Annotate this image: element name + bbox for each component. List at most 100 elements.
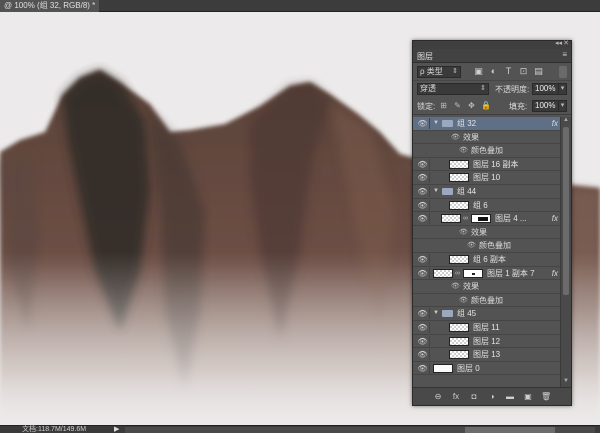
shape-filter-icon[interactable]: ⊡	[518, 66, 529, 77]
layer-group-row[interactable]: 👁 ▼ 组 45	[413, 307, 561, 321]
eye-icon[interactable]: 👁	[416, 253, 430, 265]
chevron-updown-icon: ⇕	[452, 68, 458, 75]
eye-icon[interactable]: 👁	[416, 199, 430, 211]
filter-kind-select[interactable]: ρ 类型 ⇕	[417, 66, 461, 78]
layer-name: 图层 4 ...	[495, 214, 527, 224]
eye-icon[interactable]: 👁	[416, 335, 430, 347]
layer-thumbnail	[449, 173, 469, 183]
add-mask-icon[interactable]: ◘	[469, 392, 479, 401]
layer-mask-thumbnail[interactable]	[471, 214, 491, 224]
document-tab[interactable]: @ 100% (组 32, RGB/8) *	[0, 0, 100, 12]
image-filter-icon[interactable]: ▣	[473, 66, 484, 77]
adjustment-layer-icon[interactable]: ◑	[487, 392, 497, 401]
fx-icon[interactable]: fx	[451, 392, 461, 401]
layer-row[interactable]: 👁 图层 12	[413, 334, 561, 349]
chevron-down-icon[interactable]: ▼	[433, 118, 439, 129]
eye-icon[interactable]: 👁	[416, 321, 430, 333]
lock-image-icon[interactable]: ✎	[453, 101, 462, 111]
layer-row[interactable]: 👁 图层 11	[413, 320, 561, 335]
fx-icon[interactable]: fx	[552, 267, 558, 280]
eye-icon[interactable]: 👁	[459, 295, 468, 306]
layers-panel: ◂◂ ✕ 图层 ≡ ρ 类型 ⇕ ▣ ◐ T ⊡ ▤ 穿透 ⇕ 不透明度: 100% ▾…	[412, 40, 572, 406]
lock-icons: ⊞ ✎ ✥ 🔒	[439, 101, 491, 111]
layer-thumbnail	[433, 268, 453, 278]
new-layer-icon[interactable]: ▣	[523, 392, 533, 401]
eye-icon[interactable]: 👁	[459, 145, 468, 156]
eye-icon[interactable]: 👁	[416, 267, 430, 279]
smart-object-filter-icon[interactable]: ▤	[533, 66, 544, 77]
layer-row[interactable]: 👁 图层 16 副本	[413, 157, 561, 172]
eye-icon[interactable]: 👁	[459, 227, 468, 238]
link-icon[interactable]: ∞	[463, 213, 468, 224]
layers-scroll-thumb[interactable]	[563, 127, 569, 295]
scroll-down-icon[interactable]: ▼	[561, 378, 571, 387]
eye-icon[interactable]: 👁	[416, 158, 430, 170]
chevron-down-icon[interactable]: ▼	[433, 308, 439, 319]
scroll-up-icon[interactable]: ▲	[561, 117, 571, 126]
layer-name: 组 6	[473, 200, 488, 210]
eye-icon[interactable]: 👁	[416, 213, 430, 225]
layer-row[interactable]: 👁 图层 10	[413, 171, 561, 185]
layer-mask-thumbnail[interactable]	[463, 268, 483, 278]
filter-toggle[interactable]	[559, 66, 567, 78]
eye-icon[interactable]: 👁	[416, 172, 430, 184]
horizontal-scroll-thumb[interactable]	[465, 427, 555, 433]
folder-icon	[442, 187, 453, 195]
collapse-icon[interactable]: ◂◂	[555, 39, 562, 47]
adjustment-filter-icon[interactable]: ◐	[488, 66, 499, 77]
opacity-input[interactable]: 100%	[532, 83, 559, 95]
eye-icon[interactable]: 👁	[451, 281, 460, 292]
eye-icon[interactable]: 👁	[451, 132, 460, 143]
new-group-icon[interactable]: ▬	[505, 392, 515, 401]
layer-effect-row[interactable]: 👁 颜色叠加	[413, 293, 561, 308]
chevron-down-icon[interactable]: ▼	[433, 186, 439, 197]
layer-row[interactable]: 👁 图层 0	[413, 361, 561, 376]
lock-all-icon[interactable]: 🔒	[481, 101, 491, 111]
layer-effect-row[interactable]: 👁 颜色叠加	[413, 239, 561, 253]
close-icon[interactable]: ✕	[563, 39, 569, 47]
layer-row[interactable]: 👁 图层 13	[413, 348, 561, 362]
link-layers-icon[interactable]: ⊖	[433, 392, 443, 401]
fx-icon[interactable]: fx	[552, 117, 558, 130]
lock-position-icon[interactable]: ✥	[467, 101, 476, 111]
layer-effect-row[interactable]: 👁 颜色叠加	[413, 144, 561, 158]
layer-row[interactable]: 👁 组 6 副本	[413, 252, 561, 267]
eye-icon[interactable]: 👁	[416, 185, 430, 197]
eye-icon[interactable]: 👁	[416, 308, 430, 320]
layer-row[interactable]: 👁 ∞ 图层 4 ... fx	[413, 212, 561, 226]
trash-icon[interactable]: 🗑	[541, 392, 551, 401]
layer-name: 图层 11	[473, 322, 500, 332]
layer-effect-row[interactable]: 👁 效果	[413, 280, 561, 294]
layer-group-row[interactable]: 👁 ▼ 组 32 fx	[413, 117, 561, 131]
layer-effect-row[interactable]: 👁 效果	[413, 225, 561, 240]
document-tab-bar: @ 100% (组 32, RGB/8) *	[0, 0, 600, 12]
layer-thumbnail	[441, 214, 461, 224]
fill-input[interactable]: 100%	[532, 100, 559, 112]
layer-effect-row[interactable]: 👁 效果	[413, 130, 561, 145]
panel-header: 图层 ≡	[413, 49, 571, 63]
panel-menu-icon[interactable]: ≡	[562, 50, 567, 59]
layer-name: 颜色叠加	[471, 146, 503, 156]
eye-icon[interactable]: 👁	[467, 240, 476, 251]
layer-name: 组 32	[457, 119, 477, 128]
lock-transparent-icon[interactable]: ⊞	[439, 101, 448, 111]
horizontal-scrollbar[interactable]	[125, 427, 595, 433]
layer-row[interactable]: 👁 ∞ 图层 1 副本 7 fx	[413, 266, 561, 281]
type-filter-icon[interactable]: T	[503, 66, 514, 77]
blend-mode-select[interactable]: 穿透 ⇕	[417, 83, 489, 95]
link-icon[interactable]: ∞	[455, 268, 460, 279]
panel-tab-layers[interactable]: 图层	[417, 51, 433, 62]
fill-slider-toggle[interactable]: ▾	[558, 100, 567, 112]
layers-scrollbar[interactable]: ▲ ▼	[560, 117, 571, 387]
eye-icon[interactable]: 👁	[416, 362, 430, 374]
opacity-slider-toggle[interactable]: ▾	[558, 83, 567, 95]
layer-row[interactable]: 👁 组 6	[413, 198, 561, 213]
fx-icon[interactable]: fx	[552, 212, 558, 225]
chevron-updown-icon: ⇕	[480, 85, 486, 92]
status-menu-arrow-icon[interactable]: ▶	[114, 425, 119, 433]
folder-icon	[442, 120, 453, 127]
layer-name: 组 6 副本	[473, 254, 506, 264]
eye-icon[interactable]: 👁	[416, 349, 430, 361]
eye-icon[interactable]: 👁	[416, 118, 430, 129]
layer-group-row[interactable]: 👁 ▼ 组 44	[413, 184, 561, 199]
